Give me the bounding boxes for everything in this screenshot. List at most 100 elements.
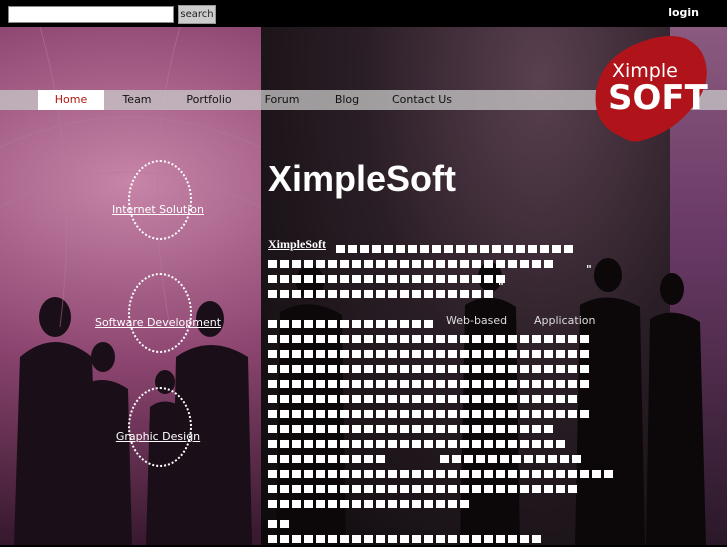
- glyph-box: [580, 380, 589, 388]
- glyph-box: [448, 410, 457, 418]
- service-link-internet-solution[interactable]: Internet Solution: [112, 203, 204, 216]
- glyph-box: [376, 380, 385, 388]
- glyph-box: [424, 470, 433, 478]
- glyph-box: [556, 350, 565, 358]
- glyph-box: [412, 395, 421, 403]
- glyph-box: [352, 320, 361, 328]
- glyph-box: [436, 410, 445, 418]
- glyph-box: [448, 440, 457, 448]
- glyph-box: [484, 410, 493, 418]
- glyph-box: [448, 365, 457, 373]
- glyph-box: [376, 365, 385, 373]
- glyph-box: [508, 410, 517, 418]
- glyph-box: [352, 260, 361, 268]
- glyph-row: [268, 268, 508, 283]
- glyph-row: [268, 433, 568, 448]
- glyph-box: [448, 290, 457, 298]
- login-link[interactable]: login: [668, 6, 699, 19]
- glyph-box: [520, 470, 529, 478]
- glyph-box: [460, 290, 469, 298]
- glyph-box: [412, 500, 421, 508]
- glyph-box: [520, 535, 529, 543]
- glyph-box: [292, 535, 301, 543]
- glyph-box: [484, 260, 493, 268]
- glyph-box: [328, 365, 337, 373]
- service-link-graphic-design[interactable]: Graphic Design: [116, 430, 200, 443]
- glyph-box: [364, 350, 373, 358]
- glyph-box: [268, 365, 277, 373]
- glyph-box: [568, 470, 577, 478]
- nav-blog[interactable]: Blog: [326, 90, 368, 110]
- glyph-box: [436, 485, 445, 493]
- glyph-box: [424, 290, 433, 298]
- glyph-box: [340, 365, 349, 373]
- glyph-box: [524, 455, 533, 463]
- glyph-box: [316, 320, 325, 328]
- glyph-box: [400, 320, 409, 328]
- glyph-box: [436, 440, 445, 448]
- glyph-box: [496, 425, 505, 433]
- glyph-box: [436, 290, 445, 298]
- glyph-box: [460, 410, 469, 418]
- glyph-box: [592, 470, 601, 478]
- search-button[interactable]: search: [178, 5, 216, 24]
- nav-home[interactable]: Home: [38, 90, 104, 110]
- glyph-row: [268, 513, 292, 528]
- glyph-box: [400, 470, 409, 478]
- glyph-box: [484, 485, 493, 493]
- glyph-box: [424, 440, 433, 448]
- glyph-box: [460, 470, 469, 478]
- page-title: XimpleSoft: [268, 158, 457, 199]
- glyph-box: [496, 485, 505, 493]
- glyph-box: [520, 380, 529, 388]
- glyph-box: [412, 275, 421, 283]
- ximplesoft-logo[interactable]: Ximple SOFT: [590, 33, 716, 145]
- glyph-box: [536, 455, 545, 463]
- nav-forum[interactable]: Forum: [258, 90, 306, 110]
- nav-portfolio[interactable]: Portfolio: [182, 90, 236, 110]
- glyph-box: [544, 485, 553, 493]
- dotted-ring-decoration: [128, 160, 192, 240]
- glyph-box: [568, 350, 577, 358]
- glyph-box: [448, 470, 457, 478]
- glyph-box: [604, 470, 613, 478]
- glyph-box: [268, 470, 277, 478]
- glyph-box: [280, 395, 289, 403]
- glyph-box: [280, 380, 289, 388]
- glyph-box: [472, 440, 481, 448]
- glyph-box: [364, 485, 373, 493]
- glyph-box: [460, 425, 469, 433]
- glyph-box: [364, 470, 373, 478]
- glyph-box: [500, 455, 509, 463]
- service-link-software-development[interactable]: Software Development: [95, 316, 221, 329]
- glyph-row: [268, 343, 592, 358]
- glyph-box: [564, 245, 573, 253]
- glyph-row: [268, 388, 580, 403]
- glyph-box: [544, 260, 553, 268]
- glyph-box: [304, 470, 313, 478]
- glyph-box: [460, 260, 469, 268]
- glyph-row: [268, 328, 592, 343]
- nav-team[interactable]: Team: [112, 90, 162, 110]
- glyph-box: [412, 535, 421, 543]
- glyph-box: [436, 535, 445, 543]
- glyph-box: [376, 455, 385, 463]
- glyph-box: [328, 260, 337, 268]
- glyph-box: [544, 350, 553, 358]
- glyph-box: [316, 425, 325, 433]
- glyph-box: [484, 535, 493, 543]
- glyph-box: [376, 535, 385, 543]
- quote-mark-open: ": [586, 263, 592, 276]
- glyph-box: [364, 290, 373, 298]
- glyph-box: [436, 260, 445, 268]
- glyph-box: [412, 440, 421, 448]
- glyph-box: [400, 425, 409, 433]
- search-input[interactable]: [8, 6, 174, 23]
- glyph-box: [268, 290, 277, 298]
- glyph-box: [352, 380, 361, 388]
- glyph-row: [440, 448, 584, 463]
- intro-company-link[interactable]: XimpleSoft: [268, 237, 326, 252]
- glyph-box: [504, 245, 513, 253]
- nav-contact-us[interactable]: Contact Us: [386, 90, 458, 110]
- glyph-row: [268, 358, 592, 373]
